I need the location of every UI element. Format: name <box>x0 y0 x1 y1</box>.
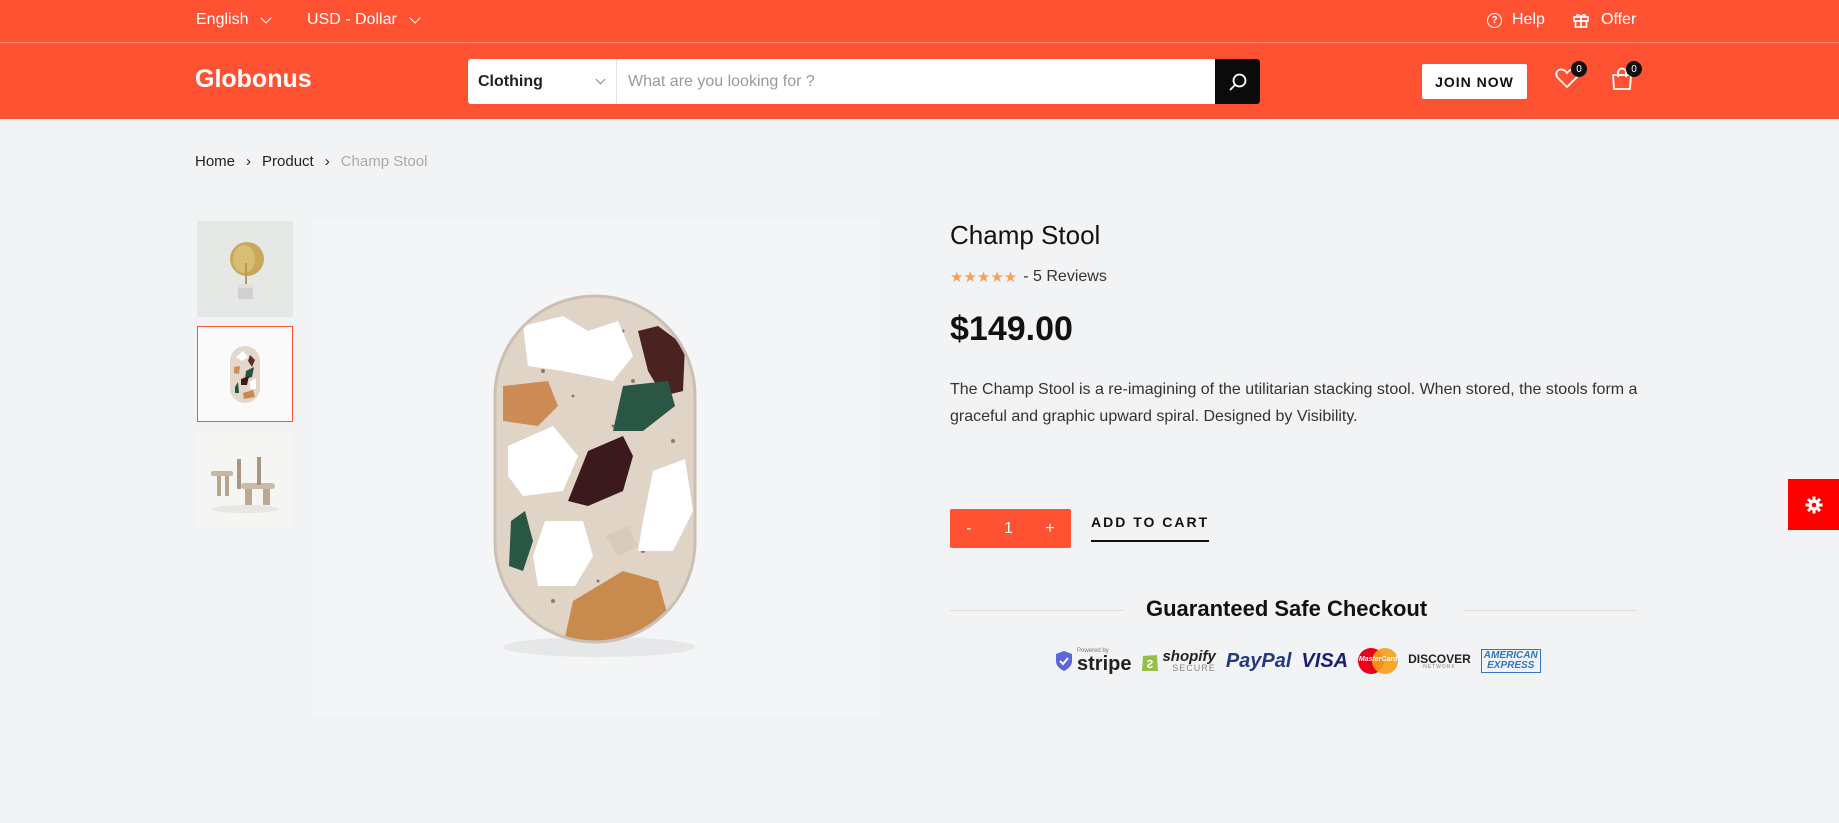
stools-thumbnail-image <box>197 431 293 527</box>
shopify-secure-label: SECURE <box>1172 663 1216 673</box>
category-dropdown[interactable]: Clothing <box>468 59 617 104</box>
amex-logo: AMERICAN EXPRESS <box>1480 649 1541 673</box>
product-description: The Champ Stool is a re-imagining of the… <box>950 381 1638 425</box>
breadcrumb-separator: › <box>246 153 252 170</box>
lamp-thumbnail-image <box>197 221 293 317</box>
top-bar: English USD - Dollar ? Help Offer <box>0 0 1839 43</box>
shopify-bag-icon <box>1142 655 1159 671</box>
product-title: Champ Stool <box>950 220 1101 250</box>
paypal-logo: PayPal <box>1225 649 1292 672</box>
currency-label: USD - Dollar <box>307 11 397 28</box>
help-label: Help <box>1512 11 1545 28</box>
settings-button[interactable] <box>1788 479 1839 530</box>
stripe-label: stripe <box>1077 653 1132 675</box>
search-input[interactable] <box>617 59 1215 104</box>
category-label: Clothing <box>478 72 543 90</box>
mirror-thumbnail-image <box>198 327 292 421</box>
reviews-link[interactable]: - 5 Reviews <box>1023 268 1107 286</box>
discover-label: DISCOVER <box>1408 651 1471 666</box>
quantity-decrease-button[interactable]: - <box>966 520 971 538</box>
help-icon: ? <box>1487 12 1502 28</box>
visa-logo: VISA <box>1301 649 1349 672</box>
discover-network-label: NETWORK <box>1423 663 1456 670</box>
terrazzo-mirror-image <box>493 294 697 657</box>
site-logo[interactable]: Globonus <box>195 65 312 94</box>
product-price: $149.00 <box>950 310 1073 348</box>
thumbnail-1[interactable] <box>197 221 293 317</box>
shopify-logo: shopify SECURE <box>1141 648 1216 673</box>
safe-checkout-section: Guaranteed Safe Checkout <box>950 596 1637 626</box>
stripe-logo: Powered by stripe <box>1054 648 1131 674</box>
divider <box>950 610 1124 611</box>
rating-stars: ★★★★★ <box>950 269 1018 286</box>
thumbnail-2[interactable] <box>197 326 293 422</box>
wishlist-button[interactable]: 0 <box>1555 61 1587 94</box>
quantity-stepper: - 1 + <box>950 509 1071 548</box>
amex-label-2: EXPRESS <box>1487 660 1535 671</box>
quantity-increase-button[interactable]: + <box>1045 520 1054 538</box>
help-link[interactable]: ? Help <box>1487 11 1545 29</box>
breadcrumb-product[interactable]: Product <box>262 153 314 170</box>
breadcrumb-home[interactable]: Home <box>195 153 235 170</box>
main-header: Globonus Clothing JOIN NOW 0 0 <box>0 43 1839 119</box>
payment-methods: Powered by stripe shopify SECURE PayPal … <box>1054 648 1541 674</box>
thumbnail-3[interactable] <box>197 431 293 527</box>
chevron-down-icon <box>260 11 273 24</box>
chevron-down-icon <box>595 74 606 84</box>
mastercard-logo: MasterCard <box>1358 648 1399 674</box>
cart-button[interactable]: 0 <box>1610 61 1642 96</box>
quantity-value[interactable]: 1 <box>1004 520 1013 538</box>
language-label: English <box>196 11 249 28</box>
mastercard-label: MasterCard <box>1358 656 1398 663</box>
breadcrumb-separator: › <box>324 153 330 170</box>
currency-selector[interactable]: USD - Dollar <box>307 11 421 29</box>
gift-icon <box>1573 14 1589 28</box>
breadcrumb-current: Champ Stool <box>340 153 428 170</box>
breadcrumb: Home › Product › Champ Stool <box>195 153 427 170</box>
chevron-down-icon <box>409 11 421 24</box>
product-rating: ★★★★★ - 5 Reviews <box>950 268 1107 286</box>
shopify-label: shopify <box>1162 648 1216 665</box>
cart-count-badge: 0 <box>1626 61 1642 77</box>
add-to-cart-button[interactable]: ADD TO CART <box>1091 514 1210 542</box>
offer-label: Offer <box>1601 11 1637 28</box>
language-selector[interactable]: English <box>196 11 273 29</box>
shield-icon <box>1056 651 1072 671</box>
search-icon <box>1229 73 1246 90</box>
search-button[interactable] <box>1215 59 1260 104</box>
search-bar: Clothing <box>468 59 1260 104</box>
offer-link[interactable]: Offer <box>1573 11 1636 29</box>
product-main-image <box>313 221 881 717</box>
safe-checkout-title: Guaranteed Safe Checkout <box>1146 596 1428 621</box>
gear-icon <box>1805 496 1822 513</box>
divider <box>1464 610 1637 611</box>
discover-logo: DISCOVER NETWORK <box>1408 653 1471 670</box>
join-now-button[interactable]: JOIN NOW <box>1422 64 1527 99</box>
wishlist-count-badge: 0 <box>1571 61 1587 77</box>
